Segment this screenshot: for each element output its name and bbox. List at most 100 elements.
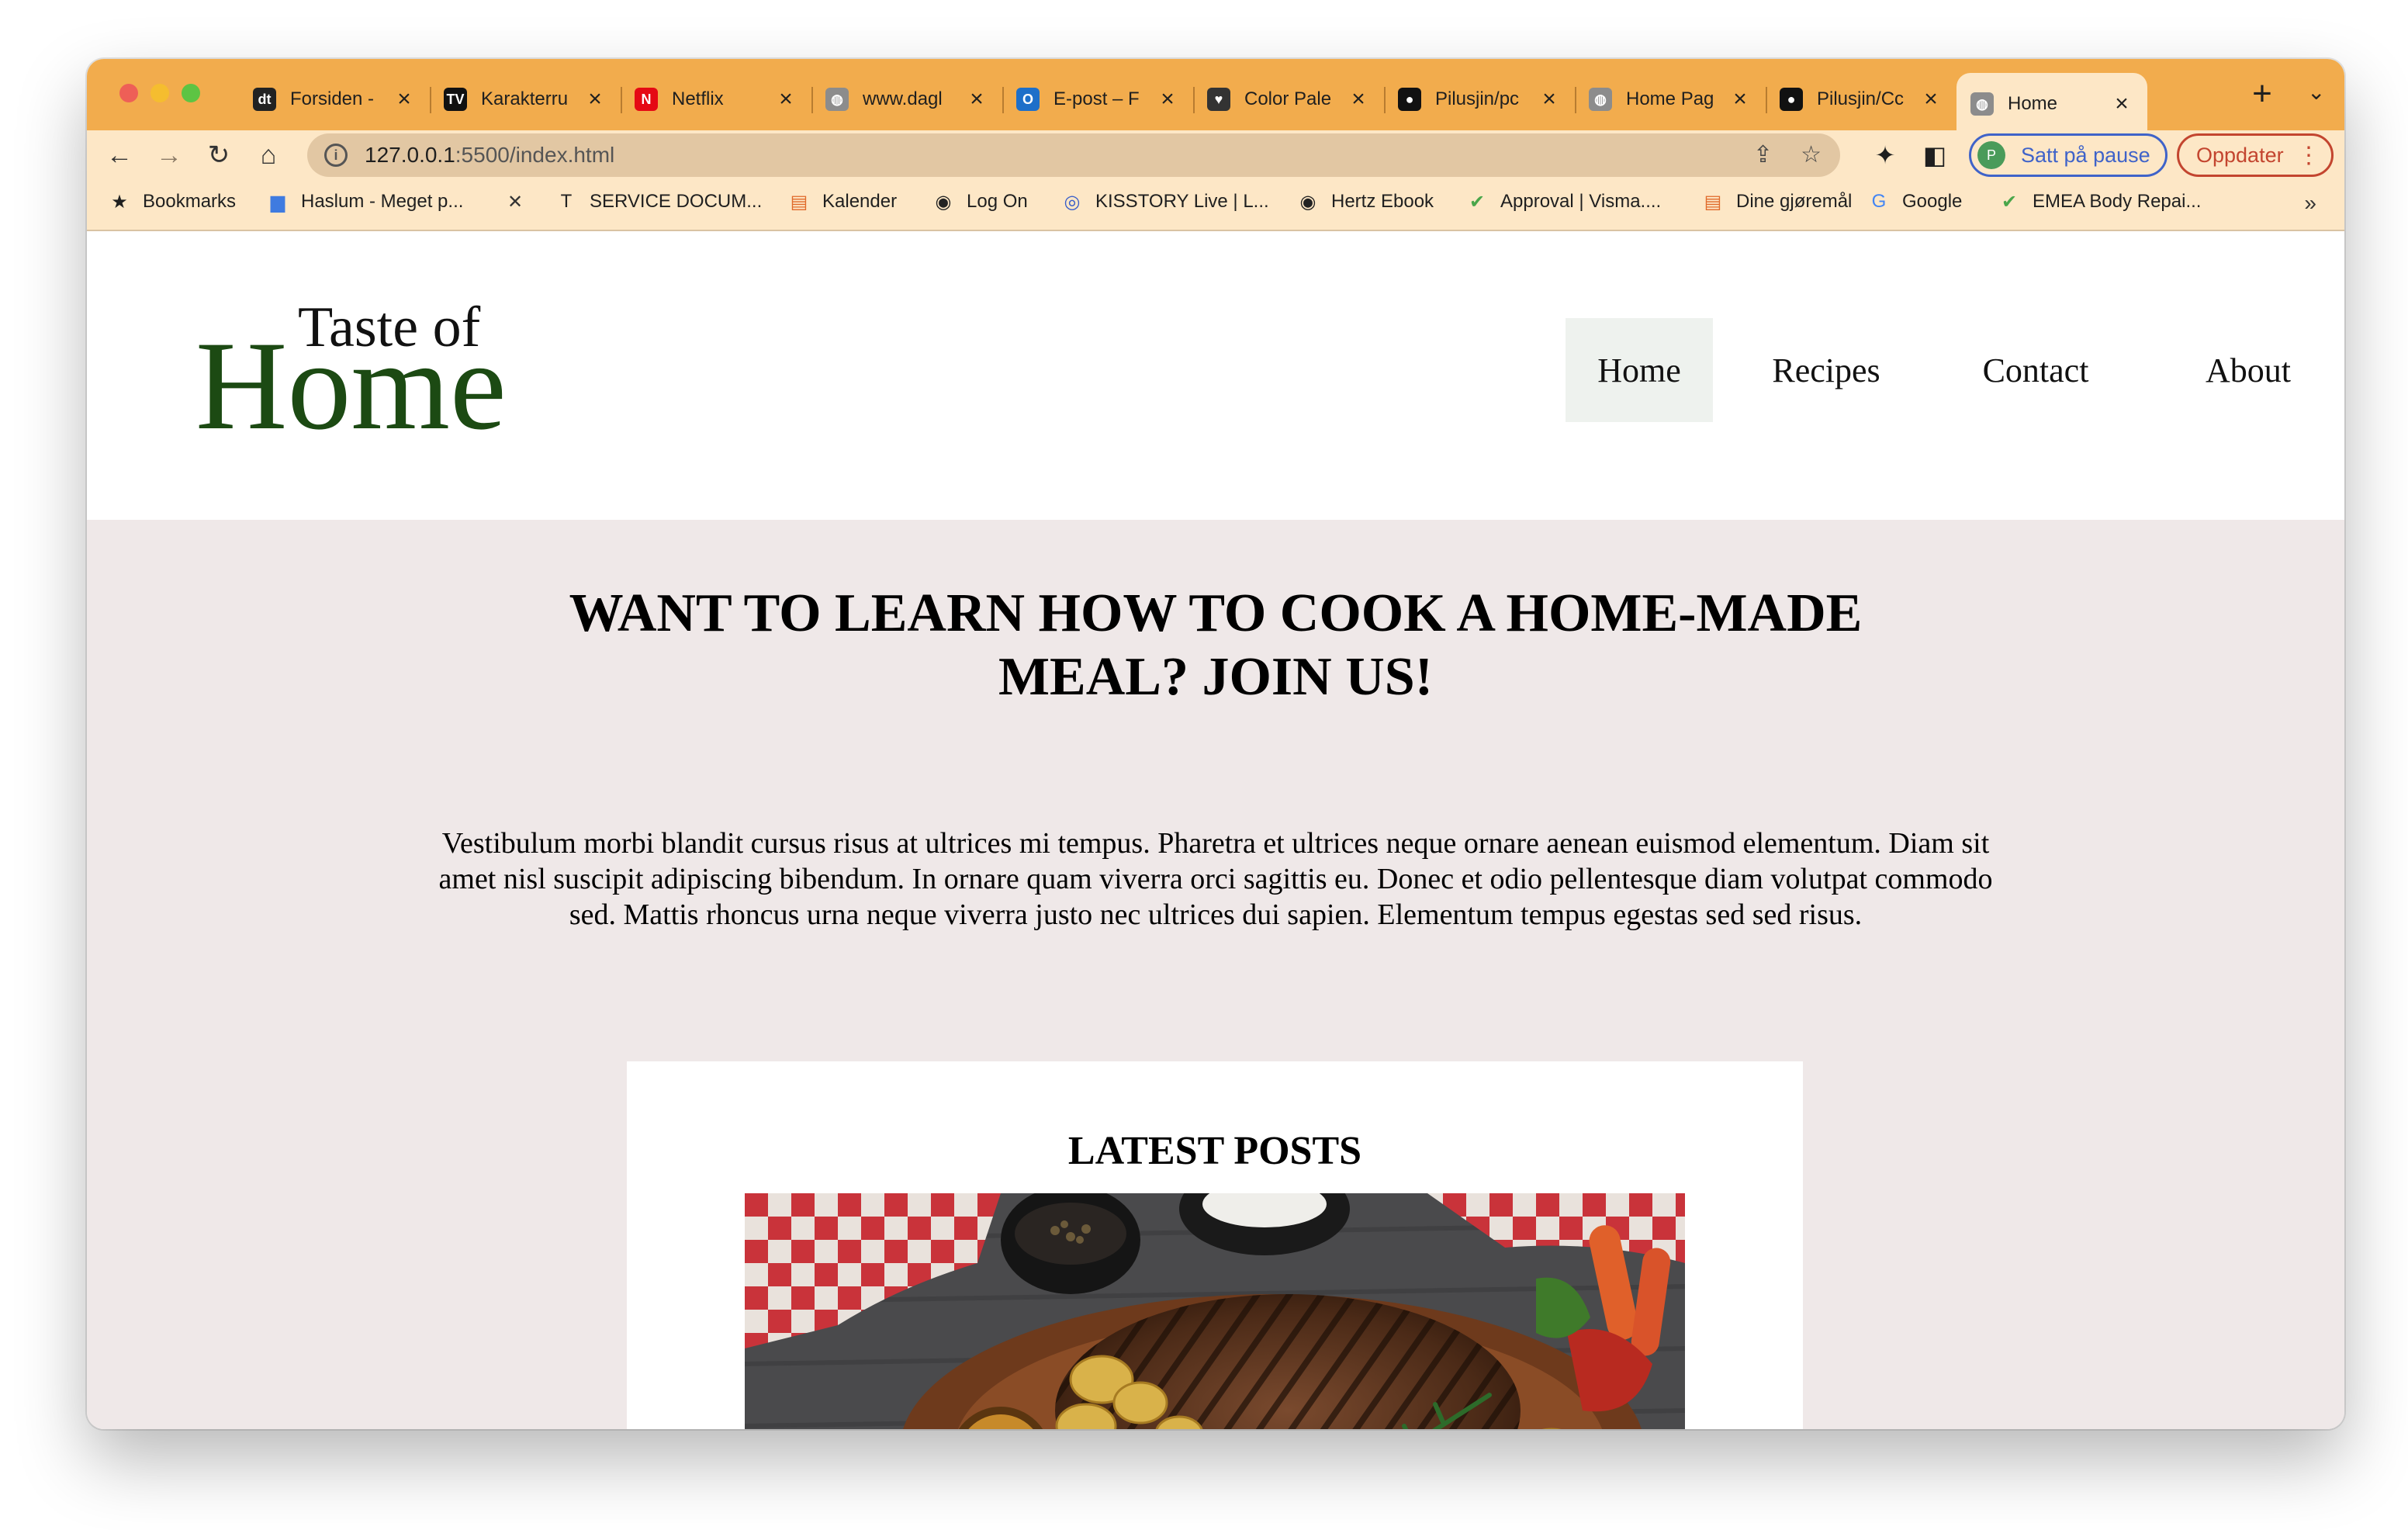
calendar-icon: ▤ [1704,191,1722,213]
check-icon: ✔ [2001,191,2018,213]
bookmark-item[interactable]: ▤ Kalender [788,191,897,213]
tab-close-icon[interactable]: × [2110,91,2133,117]
side-panel-icon[interactable]: ◧ [1916,137,1953,174]
radio-icon: ◎ [1064,191,1081,213]
browser-tab[interactable]: O E-post – F × [1002,73,1193,126]
minimize-window-button[interactable] [150,84,169,102]
dn-icon: dt [253,88,276,111]
new-tab-button[interactable]: + [2244,74,2281,113]
bookmark-item[interactable]: ◉ Log On [932,191,1028,213]
site-info-icon[interactable]: i [324,144,348,167]
more-menu-icon[interactable]: ⋮ [2297,142,2320,169]
folder-icon: ▆ [270,191,285,213]
browser-tab[interactable]: TV Karakterru × [430,73,621,126]
globe-icon: ◉ [935,191,952,213]
profile-button[interactable]: P Satt på pause [1969,133,2168,177]
bookmark-item[interactable]: ◎ KISSTORY Live | L... [1061,191,1269,213]
forward-arrow-icon[interactable]: → [150,137,188,174]
tab-list: dt Forsiden - × TV Karakterru × N Netflix × ◍ www… [239,68,2147,135]
tab-close-icon[interactable]: × [1156,86,1179,112]
tab-close-icon[interactable]: × [965,86,988,112]
site-header: Taste of Home Home Recipes Contact About [87,231,2344,520]
nav-contact-link[interactable]: Contact [1919,318,2152,422]
tab-close-icon[interactable]: × [1728,86,1752,112]
globe-icon: ◍ [825,88,849,111]
bookmark-label: KISSTORY Live | L... [1095,191,1269,212]
tab-title: Home [2008,93,2058,114]
bookmark-label: Haslum - Meget p... [301,191,464,212]
browser-tab[interactable]: ◍ Home Pag × [1575,73,1766,126]
bookmark-label: SERVICE DOCUM... [590,191,763,212]
nav-home-link[interactable]: Home [1566,318,1713,422]
browser-tab[interactable]: ● Pilusjin/pc × [1384,73,1575,126]
reload-icon[interactable]: ↻ [200,137,237,174]
tab-title: Pilusjin/Cc [1817,88,1905,109]
tab-close-icon[interactable]: × [583,86,607,112]
tools-icon: ✕ [507,191,524,213]
extensions-puzzle-icon[interactable]: ✦ [1867,137,1904,174]
bookmarks-overflow-button[interactable]: » [2304,191,2316,216]
tab-close-icon[interactable]: × [1919,86,1943,112]
nav-recipes-link[interactable]: Recipes [1733,318,1919,422]
browser-tab[interactable]: ● Pilusjin/Cc × [1766,73,1956,126]
url-path: :5500/index.html [455,143,615,167]
bookmark-item[interactable]: ★ Bookmarks [109,191,236,213]
bookmark-label: Kalender [822,191,898,212]
tab-title: Netflix [672,88,724,109]
bookmark-item[interactable]: ▆ Haslum - Meget p... [267,191,464,213]
tab-close-icon[interactable]: × [1347,86,1370,112]
post-image-steak[interactable] [745,1193,1685,1429]
hero-heading: WANT TO LEARN HOW TO COOK A HOME-MADE ME… [569,583,1863,707]
share-icon[interactable]: ⇪ [1753,141,1773,168]
globe-icon: ◍ [1589,88,1612,111]
tab-close-icon[interactable]: × [1538,86,1561,112]
check-icon: ✔ [1469,191,1486,213]
bookmark-item[interactable]: G Google [1868,191,1963,213]
tab-title: www.dagl [863,88,943,109]
bookmark-label: Log On [967,191,1028,212]
tab-title: Karakterru [481,88,569,109]
nav-about-link[interactable]: About [2152,318,2344,422]
latest-posts-card: LATEST POSTS [627,1061,1803,1429]
home-icon[interactable]: ⌂ [250,137,287,174]
maximize-window-button[interactable] [182,84,200,102]
tab-close-icon[interactable]: × [393,86,416,112]
bookmark-label: Dine gjøremål [1736,191,1853,212]
main-nav: Home Recipes Contact About [1566,318,2344,422]
window-controls [119,84,200,102]
browser-tab[interactable]: ♥ Color Pale × [1193,73,1384,126]
hero-paragraph: Vestibulum morbi blandit cursus risus at… [438,827,1993,931]
back-arrow-icon[interactable]: ← [101,137,138,174]
update-button[interactable]: Oppdater ⋮ [2177,133,2334,177]
bookmark-item[interactable]: ✕ [504,191,538,213]
site-logo[interactable]: Taste of Home [195,295,507,453]
bookmark-label: Approval | Visma.... [1500,191,1662,212]
steak-photo [745,1193,1685,1429]
star-icon: ★ [111,191,128,213]
bookmark-star-icon[interactable]: ☆ [1801,141,1822,168]
bookmark-label: Hertz Ebook [1331,191,1434,212]
tab-search-chevron-icon[interactable]: ⌄ [2307,79,2325,105]
tab-title: Pilusjin/pc [1435,88,1520,109]
bookmark-label: Bookmarks [143,191,237,212]
netflix-icon: N [635,88,658,111]
bookmark-item[interactable]: T SERVICE DOCUM... [555,191,763,213]
bookmark-label: Google [1902,191,1963,212]
browser-tab[interactable]: ◍ Home × [1956,73,2147,135]
browser-tab[interactable]: ◍ www.dagl × [811,73,1002,126]
bookmark-item[interactable]: ✔ EMEA Body Repai... [1998,191,2202,213]
browser-tab[interactable]: N Netflix × [621,73,811,126]
bookmark-item[interactable]: ▤ Dine gjøremål [1702,191,1853,213]
url-host: 127.0.0.1 [365,143,455,167]
bookmark-item[interactable]: ◉ Hertz Ebook [1297,191,1434,213]
bookmark-item[interactable]: ✔ Approval | Visma.... [1466,191,1661,213]
address-bar[interactable]: i 127.0.0.1:5500/index.html ⇪ ☆ [307,133,1840,177]
globe-icon: ◉ [1299,191,1316,213]
tab-close-icon[interactable]: × [774,86,797,112]
browser-tab[interactable]: dt Forsiden - × [239,73,430,126]
close-window-button[interactable] [119,84,138,102]
tv-icon: TV [444,88,467,111]
globe-icon: ◍ [1970,92,1994,116]
tesla-icon: T [560,191,573,212]
bookmark-label: EMEA Body Repai... [2033,191,2202,212]
